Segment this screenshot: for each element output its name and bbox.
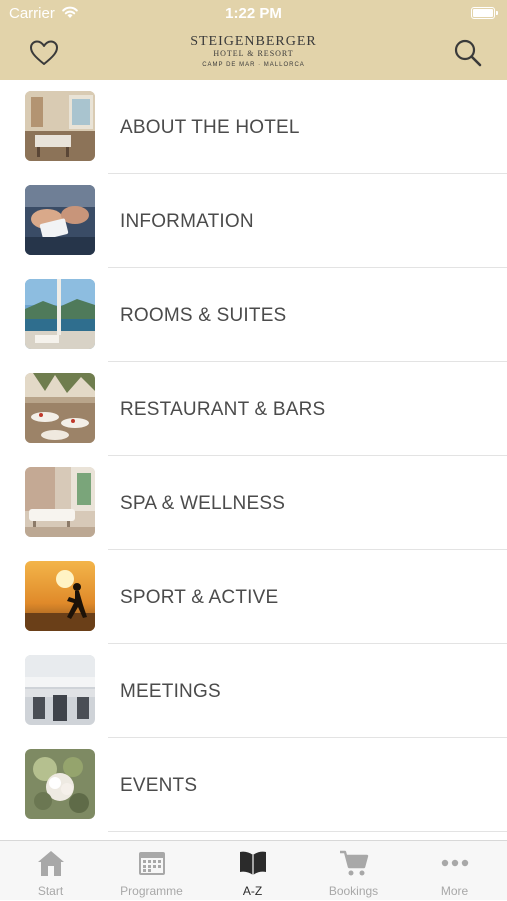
book-icon <box>240 851 266 875</box>
thumbnail-rooms-and-suites <box>25 279 95 349</box>
list-item-label: ROOMS & SUITES <box>120 305 287 326</box>
category-list: ABOUT THE HOTEL INFORMATION ROOMS & SUIT… <box>0 80 507 840</box>
tab-label: A-Z <box>242 884 263 898</box>
thumbnail-information <box>25 185 95 255</box>
divider <box>108 831 507 832</box>
tab-programme[interactable]: Programme <box>101 841 202 901</box>
list-item-label: RESTAURANT & BARS <box>120 399 326 420</box>
thumbnail-sport-and-active <box>25 561 95 631</box>
thumbnail-meetings <box>25 655 95 725</box>
tab-label: Bookings <box>328 884 379 898</box>
app-header: Carrier 1:22 PM STEIGENBERGER HOTEL & RE… <box>0 0 507 80</box>
hotel-logo: STEIGENBERGER HOTEL & RESORT CAMP DE MAR… <box>0 34 507 71</box>
tab-bookings[interactable]: Bookings <box>303 841 404 901</box>
home-icon <box>38 851 64 876</box>
nav-bar: STEIGENBERGER HOTEL & RESORT CAMP DE MAR… <box>0 28 507 80</box>
list-item-label: INFORMATION <box>120 211 254 232</box>
list-item-information[interactable]: INFORMATION <box>0 174 507 268</box>
clock: 1:22 PM <box>225 5 282 22</box>
logo-name: STEIGENBERGER <box>190 34 317 49</box>
logo-subtitle: HOTEL & RESORT <box>213 49 294 58</box>
tab-a-z[interactable]: A-Z <box>202 841 303 901</box>
list-item-rooms-and-suites[interactable]: ROOMS & SUITES <box>0 268 507 362</box>
list-item-label: MEETINGS <box>120 681 221 702</box>
list-item-label: SPA & WELLNESS <box>120 493 286 514</box>
list-item-spa-and-wellness[interactable]: SPA & WELLNESS <box>0 456 507 550</box>
list-item-about-the-hotel[interactable]: ABOUT THE HOTEL <box>0 80 507 174</box>
tab-start[interactable]: Start <box>0 841 101 901</box>
logo-location: CAMP DE MAR · MALLORCA <box>202 62 305 68</box>
list-item-restaurant-and-bars[interactable]: RESTAURANT & BARS <box>0 362 507 456</box>
tab-label: Start <box>37 884 64 898</box>
list-item-label: SPORT & ACTIVE <box>120 587 279 608</box>
tab-label: More <box>440 884 469 898</box>
thumbnail-spa-and-wellness <box>25 467 95 537</box>
cart-icon <box>340 850 369 876</box>
tab-label: Programme <box>120 884 183 898</box>
list-item-label: ABOUT THE HOTEL <box>120 117 300 138</box>
battery-icon <box>471 7 498 19</box>
list-item-events[interactable]: EVENTS <box>0 738 507 832</box>
list-item-label: EVENTS <box>120 775 198 796</box>
tab-more[interactable]: More <box>404 841 505 901</box>
search-icon[interactable] <box>453 38 483 68</box>
thumbnail-events <box>25 749 95 819</box>
list-item-sport-and-active[interactable]: SPORT & ACTIVE <box>0 550 507 644</box>
thumbnail-restaurant-and-bars <box>25 373 95 443</box>
list-item-meetings[interactable]: MEETINGS <box>0 644 507 738</box>
calendar-icon <box>139 852 165 875</box>
thumbnail-about-the-hotel <box>25 91 95 161</box>
tab-bar: Start Programme A-Z Bookings More <box>0 840 507 900</box>
more-icon <box>441 859 469 867</box>
status-bar: Carrier 1:22 PM <box>0 0 507 28</box>
